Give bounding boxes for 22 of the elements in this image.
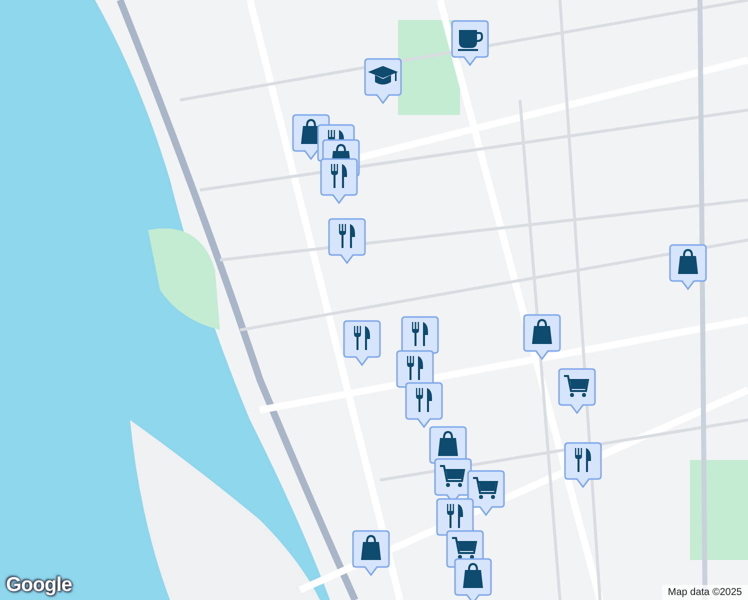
shopping-cart-icon: [440, 465, 466, 487]
shopping-cart-icon: [452, 537, 478, 559]
shopping-cart-icon: [564, 375, 590, 397]
fork-knife-icon: [412, 322, 428, 346]
shopping-bag-icon: [532, 319, 552, 344]
fork-knife-icon: [331, 164, 347, 188]
shopping-bag-icon: [463, 563, 483, 588]
fork-knife-icon: [407, 356, 423, 380]
fork-knife-icon: [575, 448, 591, 472]
coffee-cup-icon: [458, 30, 483, 51]
graduation-cap-icon: [368, 66, 398, 84]
shopping-bag-icon: [438, 431, 458, 456]
shopping-bag-icon: [678, 249, 698, 274]
google-logo: Google: [6, 574, 72, 597]
fork-knife-icon: [354, 326, 370, 350]
fork-knife-icon: [447, 504, 463, 528]
fork-knife-icon: [339, 224, 355, 248]
map-marker[interactable]: [454, 558, 492, 600]
map-attribution: Map data ©2025: [662, 585, 748, 600]
fork-knife-icon: [416, 388, 432, 412]
shopping-cart-icon: [473, 477, 498, 499]
shopping-bag-icon: [361, 535, 381, 560]
